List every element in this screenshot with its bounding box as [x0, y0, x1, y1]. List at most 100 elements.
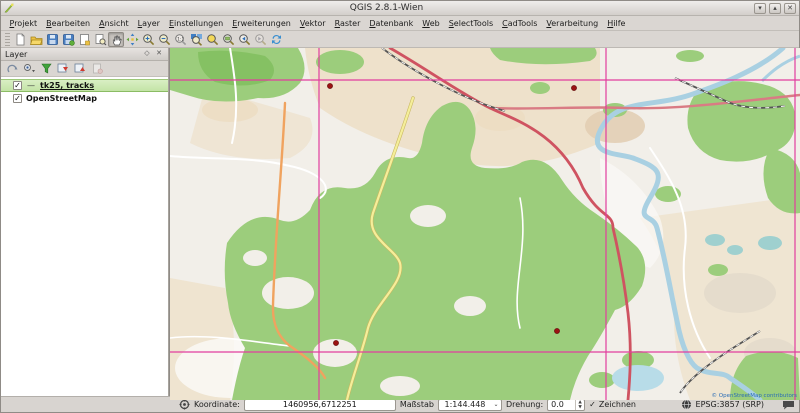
zoom-next-icon: [254, 33, 267, 46]
menu-item[interactable]: Bearbeiten: [42, 18, 95, 29]
scale-label: Maßstab: [400, 400, 434, 409]
track-point: [554, 328, 559, 333]
menu-item[interactable]: Projekt: [5, 18, 42, 29]
layer-visibility-checkbox[interactable]: ✓: [13, 81, 22, 90]
layers-panel-header: Layer ◇ ✕: [1, 48, 168, 61]
layers-panel-toolbar: [1, 61, 168, 77]
pan-map-button[interactable]: [108, 32, 124, 47]
menu-item[interactable]: Einstellungen: [164, 18, 227, 29]
zoom-last-button[interactable]: [236, 32, 252, 47]
window-title: QGIS 2.8.1-Wien: [19, 3, 754, 13]
refresh-button[interactable]: [268, 32, 284, 47]
zoom-to-selection-button[interactable]: [204, 32, 220, 47]
save-project-button[interactable]: [44, 32, 60, 47]
pan-hand-icon: [110, 33, 123, 46]
add-group-icon: [7, 63, 18, 74]
scale-combobox[interactable]: 1:144.448 ⌄: [438, 399, 502, 411]
composer-manager-button[interactable]: [92, 32, 108, 47]
maximize-button[interactable]: ▴: [769, 3, 781, 14]
menu-item[interactable]: CadTools: [498, 18, 542, 29]
new-project-icon: [14, 33, 27, 46]
new-composer-button[interactable]: [76, 32, 92, 47]
menu-item[interactable]: Verarbeitung: [542, 18, 603, 29]
zoom-out-icon: [158, 33, 171, 46]
track-point: [571, 85, 576, 90]
render-checkmark: ✓: [589, 400, 596, 409]
rotation-label: Drehung:: [506, 400, 543, 409]
remove-layer-button[interactable]: [90, 62, 104, 75]
zoom-to-layer-button[interactable]: [220, 32, 236, 47]
zoom-out-button[interactable]: [156, 32, 172, 47]
zoom-full-icon: [190, 33, 203, 46]
qgis-window: QGIS 2.8.1-Wien ▾ ▴ ✕ ProjektBearbeitenA…: [0, 0, 800, 413]
messages-icon[interactable]: [782, 400, 795, 410]
layer-symbol-icon: —: [26, 81, 36, 90]
menu-item[interactable]: Hilfe: [603, 18, 630, 29]
manage-visibility-icon: [23, 63, 36, 74]
menu-bar: ProjektBearbeitenAnsichtLayerEinstellung…: [1, 16, 799, 31]
zoom-to-layer-icon: [222, 33, 235, 46]
map-canvas[interactable]: © OpenStreetMap contributors: [169, 48, 799, 396]
layer-label: tk25, tracks: [40, 81, 94, 90]
close-button[interactable]: ✕: [784, 3, 796, 14]
zoom-full-button[interactable]: [188, 32, 204, 47]
dock-float-icon[interactable]: ◇: [142, 49, 152, 59]
minimize-button[interactable]: ▾: [754, 3, 766, 14]
crs-globe-icon[interactable]: [681, 399, 692, 410]
expand-all-button[interactable]: [56, 62, 70, 75]
layer-row[interactable]: ✓ OpenStreetMap: [1, 92, 168, 105]
add-group-button[interactable]: [5, 62, 19, 75]
menu-item[interactable]: Raster: [330, 18, 365, 29]
coordinate-input[interactable]: [244, 399, 396, 411]
composer-manager-icon: [94, 33, 107, 46]
map-svg: © OpenStreetMap contributors: [170, 48, 800, 400]
coordinate-display-icon[interactable]: [179, 399, 190, 410]
coordinate-label: Koordinate:: [194, 400, 240, 409]
menu-item[interactable]: Ansicht: [95, 18, 134, 29]
menu-item[interactable]: Datenbank: [365, 18, 418, 29]
chevron-down-icon: ⌄: [491, 401, 501, 408]
zoom-native-button[interactable]: 1:1: [172, 32, 188, 47]
crs-label: EPSG:3857 (SRP): [696, 400, 764, 409]
refresh-icon: [270, 33, 283, 46]
menu-item[interactable]: Web: [418, 18, 444, 29]
svg-text:1:1: 1:1: [177, 36, 184, 42]
remove-layer-icon: [92, 63, 103, 74]
track-point: [327, 83, 332, 88]
expand-all-icon: [57, 63, 69, 74]
toolbar-handle[interactable]: [5, 33, 10, 46]
layer-label: OpenStreetMap: [26, 94, 97, 103]
rotation-value: 0.0: [548, 400, 575, 409]
render-toggle[interactable]: ✓ Zeichnen: [589, 400, 636, 409]
collapse-all-icon: [74, 63, 86, 74]
open-project-icon: [30, 33, 43, 46]
pan-to-selection-button[interactable]: [124, 32, 140, 47]
spin-down-icon[interactable]: ▼: [576, 405, 584, 410]
dock-close-icon[interactable]: ✕: [154, 49, 164, 59]
menu-item[interactable]: SelectTools: [444, 18, 497, 29]
osm-attribution: © OpenStreetMap contributors: [712, 392, 798, 399]
zoom-to-selection-icon: [206, 33, 219, 46]
layer-row[interactable]: ✓ — tk25, tracks: [1, 79, 168, 92]
save-project-as-button[interactable]: [60, 32, 76, 47]
menu-item[interactable]: Vektor: [295, 18, 330, 29]
main-toolbar: 1:1: [1, 31, 799, 48]
new-composer-icon: [78, 33, 91, 46]
menu-item[interactable]: Erweiterungen: [228, 18, 296, 29]
zoom-next-button[interactable]: [252, 32, 268, 47]
filter-legend-button[interactable]: [39, 62, 53, 75]
menu-item[interactable]: Layer: [133, 18, 164, 29]
render-label: Zeichnen: [599, 400, 636, 409]
zoom-native-icon: 1:1: [174, 33, 187, 46]
rotation-spinbox[interactable]: 0.0 ▲▼: [547, 399, 585, 411]
title-bar: QGIS 2.8.1-Wien ▾ ▴ ✕: [1, 1, 799, 16]
filter-legend-icon: [41, 63, 52, 74]
layer-visibility-checkbox[interactable]: ✓: [13, 94, 22, 103]
new-project-button[interactable]: [12, 32, 28, 47]
manage-visibility-button[interactable]: [22, 62, 36, 75]
scale-value: 1:144.448: [439, 400, 491, 409]
open-project-button[interactable]: [28, 32, 44, 47]
collapse-all-button[interactable]: [73, 62, 87, 75]
zoom-in-button[interactable]: [140, 32, 156, 47]
layer-tree: ✓ — tk25, tracks ✓ OpenStreetMap: [1, 77, 168, 396]
